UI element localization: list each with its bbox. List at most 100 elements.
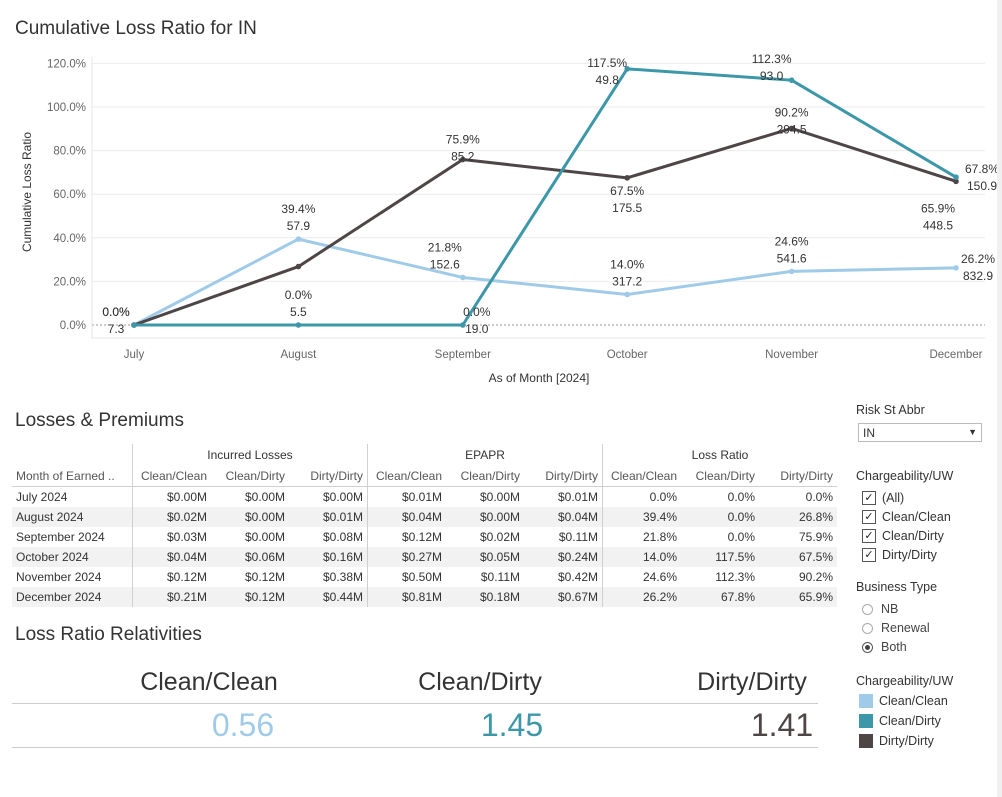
data-label: 0.0% <box>463 305 491 319</box>
value-cell: 26.8% <box>759 507 837 527</box>
risk-state-value: IN <box>863 426 875 440</box>
checkbox-checked-icon[interactable]: ✓ <box>862 529 876 543</box>
column-header[interactable]: Clean/Dirty <box>681 466 759 487</box>
x-tick-label: July <box>124 349 145 361</box>
table-row: August 2024 $0.02M $0.00M $0.01M $0.04M $0.00… <box>12 507 837 527</box>
value-cell: $0.00M <box>244 530 285 544</box>
data-point[interactable] <box>295 236 302 242</box>
relativities-title: Loss Ratio Relativities <box>15 624 202 645</box>
data-sublabel: 175.5 <box>612 201 642 215</box>
column-header[interactable]: Clean/Clean <box>602 466 681 487</box>
data-point[interactable] <box>788 77 795 83</box>
chevron-down-icon[interactable]: ▼ <box>968 427 977 437</box>
data-point[interactable] <box>624 291 630 298</box>
legend-item-clean-clean[interactable]: Clean/Clean <box>859 692 948 710</box>
y-tick-label: 20.0% <box>53 276 86 288</box>
column-header[interactable]: Clean/Clean <box>367 466 446 487</box>
chargeability-option-all[interactable]: ✓ (All) <box>862 489 904 507</box>
group-header: EPAPR <box>367 444 603 466</box>
value-cell: $0.67M <box>524 587 603 607</box>
series-line-dirty-dirty[interactable] <box>133 126 957 327</box>
data-point[interactable] <box>295 322 302 328</box>
checkbox-label: Clean/Clean <box>882 510 951 524</box>
risk-state-dropdown[interactable]: IN ▼ <box>858 423 982 442</box>
data-label: 26.2% <box>961 252 995 266</box>
data-point[interactable] <box>624 175 630 181</box>
value-cell: $0.38M <box>322 570 363 584</box>
x-tick-label: August <box>280 349 317 361</box>
value-cell: 0.0% <box>805 490 833 504</box>
legend-item-dirty-dirty[interactable]: Dirty/Dirty <box>859 732 934 750</box>
scrollbar[interactable] <box>997 0 1002 797</box>
value-cell: $0.02M <box>132 507 211 527</box>
value-cell: $0.12M <box>211 587 289 607</box>
value-cell: 24.6% <box>602 567 681 587</box>
x-axis-ticks: July August September October November Decemb… <box>124 349 983 361</box>
data-point[interactable] <box>295 263 302 270</box>
relativity-label-clean-clean: Clean/Clean <box>140 668 278 696</box>
value-cell: $0.27M <box>367 547 446 567</box>
radio-icon[interactable] <box>862 603 873 615</box>
radio-icon[interactable] <box>862 622 873 634</box>
data-sublabel: 317.2 <box>612 274 642 288</box>
x-axis-title: As of Month [2024] <box>489 371 590 385</box>
checkbox-checked-icon[interactable]: ✓ <box>862 491 876 505</box>
chargeability-option-clean-clean[interactable]: ✓ Clean/Clean <box>862 508 951 526</box>
y-tick-label: 60.0% <box>53 189 86 201</box>
data-point[interactable] <box>131 322 137 328</box>
legend-item-clean-dirty[interactable]: Clean/Dirty <box>859 712 941 730</box>
radio-label: NB <box>881 602 899 616</box>
data-point[interactable] <box>953 174 959 180</box>
data-point[interactable] <box>788 268 795 275</box>
column-header[interactable]: Clean/Dirty <box>211 466 289 487</box>
column-header[interactable]: Clean/Dirty <box>446 466 524 487</box>
value-cell: $0.02M <box>479 530 520 544</box>
y-axis-title: Cumulative Loss Ratio <box>20 132 34 252</box>
y-tick-label: 40.0% <box>53 233 86 245</box>
column-header[interactable]: Dirty/Dirty <box>759 466 837 487</box>
value-cell: 67.8% <box>681 587 759 607</box>
checkbox-checked-icon[interactable]: ✓ <box>862 548 876 562</box>
business-type-option-nb[interactable]: NB <box>862 600 898 618</box>
data-point[interactable] <box>953 265 959 271</box>
radio-selected-icon[interactable] <box>862 641 873 653</box>
column-header[interactable]: Dirty/Dirty <box>289 466 368 487</box>
risk-state-label: Risk St Abbr <box>856 403 925 417</box>
y-tick-label: 80.0% <box>53 146 86 158</box>
data-sublabel: 832.9 <box>963 269 993 283</box>
data-sublabel: 448.5 <box>923 218 953 232</box>
data-label: 67.5% <box>610 184 644 198</box>
table-row: November 2024 $0.12M $0.12M $0.38M $0.50M $0.… <box>12 567 837 587</box>
month-cell: November 2024 <box>16 570 102 584</box>
value-cell: $0.50M <box>367 567 446 587</box>
radio-label: Renewal <box>881 621 930 635</box>
table-row: December 2024 $0.21M $0.12M $0.44M $0.81M $0.… <box>12 587 837 607</box>
value-cell: $0.00M <box>446 507 524 527</box>
y-tick-label: 0.0% <box>60 320 86 332</box>
data-sublabel: 7.3 <box>108 322 125 336</box>
y-tick-label: 120.0% <box>47 58 86 70</box>
data-sublabel: 49.8 <box>596 73 620 87</box>
value-cell: 21.8% <box>602 527 681 547</box>
business-type-option-renewal[interactable]: Renewal <box>862 619 930 637</box>
column-header[interactable]: Clean/Clean <box>132 466 211 487</box>
value-cell: $0.00M <box>132 486 211 507</box>
chargeability-option-clean-dirty[interactable]: ✓ Clean/Dirty <box>862 527 944 545</box>
chargeability-option-dirty-dirty[interactable]: ✓ Dirty/Dirty <box>862 546 937 564</box>
data-point[interactable] <box>460 274 466 281</box>
value-cell: 112.3% <box>715 570 755 584</box>
column-header[interactable]: Dirty/Dirty <box>524 466 603 487</box>
checkbox-checked-icon[interactable]: ✓ <box>862 510 876 524</box>
business-type-option-both[interactable]: Both <box>862 638 907 656</box>
value-cell: 39.4% <box>602 507 681 527</box>
data-sublabel: 85.2 <box>451 150 475 164</box>
value-cell: $0.11M <box>480 570 520 584</box>
value-cell: 0.0% <box>602 486 681 507</box>
checkbox-label: Dirty/Dirty <box>882 548 937 562</box>
value-cell: $0.08M <box>322 530 363 544</box>
legend-label: Clean/Clean <box>879 694 948 708</box>
relativity-value-clean-dirty: 1.45 <box>480 707 544 743</box>
loss-ratio-line-chart[interactable]: 0.0% 20.0% 40.0% 60.0% 80.0% 100.0% 120.0% Jul… <box>0 45 1000 390</box>
value-cell: $0.01M <box>367 486 446 507</box>
row-header[interactable]: Month of Earned .. <box>12 466 133 487</box>
